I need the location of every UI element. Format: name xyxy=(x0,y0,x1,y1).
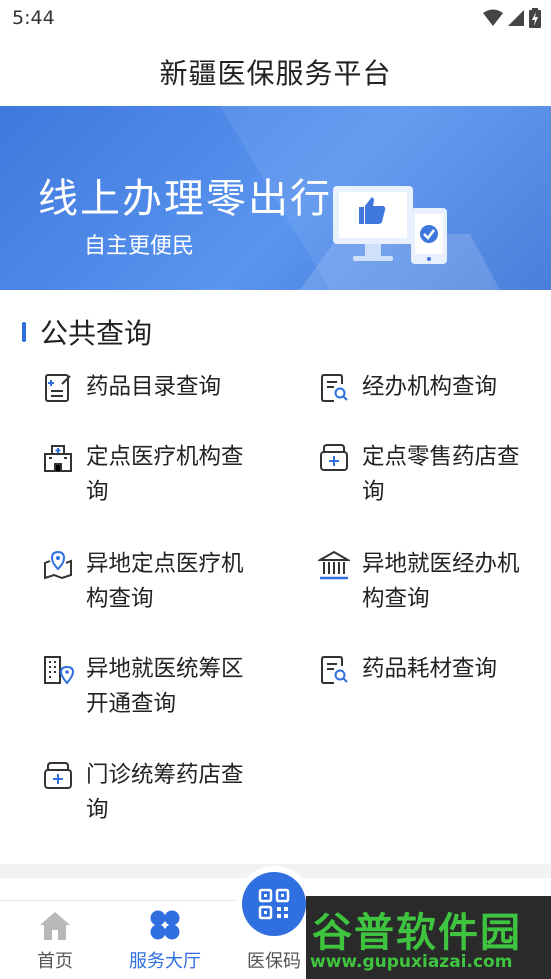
signal-icon xyxy=(508,10,524,26)
nav-label: 首页 xyxy=(37,951,73,972)
service-drug-consumables[interactable]: 药品耗材查询 xyxy=(318,652,538,687)
site-watermark: 谷普软件园 www.gupuxiazai.com xyxy=(306,896,551,979)
service-label: 定点医疗机构查询 xyxy=(86,444,244,505)
service-label: 药品目录查询 xyxy=(86,374,222,400)
banner-heading: 线上办理零出行 xyxy=(38,176,332,222)
building-location-icon xyxy=(44,656,74,685)
banner-subtitle: 自主更便民 xyxy=(84,234,195,259)
insurance-code-button[interactable] xyxy=(236,866,312,942)
service-remote-agency[interactable]: 异地就医经办机构查询 xyxy=(318,547,538,617)
service-outpatient-pharmacy[interactable]: 门诊统筹药店查询 xyxy=(42,758,262,828)
section-title: 公共查询 xyxy=(40,317,153,350)
institution-building-icon xyxy=(318,550,350,580)
nav-service-hall[interactable]: 服务大厅 xyxy=(120,901,210,979)
service-label: 药品耗材查询 xyxy=(362,656,498,682)
service-agency[interactable]: 经办机构查询 xyxy=(318,370,538,405)
document-search-icon xyxy=(321,656,348,684)
service-label: 异地就医统筹区开通查询 xyxy=(86,656,244,717)
map-location-icon xyxy=(44,550,72,580)
wifi-icon xyxy=(483,9,503,26)
insurance-code-button-circle xyxy=(242,872,306,936)
service-remote-medical-institution[interactable]: 异地定点医疗机构查询 xyxy=(42,547,262,617)
hospital-icon xyxy=(44,445,72,472)
document-search-icon xyxy=(321,374,348,402)
service-retail-pharmacy[interactable]: 定点零售药店查询 xyxy=(318,440,538,510)
section-header: 公共查询 xyxy=(22,312,152,352)
status-icons xyxy=(483,8,541,28)
promo-banner[interactable]: 线上办理零出行 自主更便民 xyxy=(0,106,551,290)
qr-code-icon xyxy=(258,888,290,920)
watermark-url: www.gupuxiazai.com xyxy=(310,952,513,972)
medicine-box-icon xyxy=(320,444,348,471)
medicine-box-icon xyxy=(44,762,72,789)
service-drug-catalog[interactable]: 药品目录查询 xyxy=(42,370,262,405)
service-label: 门诊统筹药店查询 xyxy=(86,762,244,823)
nav-label: 服务大厅 xyxy=(129,951,201,972)
watermark-title: 谷普软件园 xyxy=(312,910,522,956)
drug-catalog-icon xyxy=(45,374,71,402)
nav-home[interactable]: 首页 xyxy=(10,901,100,979)
service-label: 经办机构查询 xyxy=(362,374,498,400)
service-label: 定点零售药店查询 xyxy=(362,444,520,505)
service-label: 异地就医经办机构查询 xyxy=(362,551,520,612)
service-remote-area-activation[interactable]: 异地就医统筹区开通查询 xyxy=(42,652,262,722)
home-icon xyxy=(40,912,70,940)
service-hall-icon xyxy=(150,910,180,940)
page-title: 新疆医保服务平台 xyxy=(159,57,392,90)
status-bar: 5:44 xyxy=(0,0,551,36)
monitor-thumbs-up-icon xyxy=(333,186,447,264)
service-medical-institution[interactable]: 定点医疗机构查询 xyxy=(42,440,262,510)
battery-icon xyxy=(529,8,541,28)
section-accent-bar xyxy=(22,322,26,342)
status-time: 5:44 xyxy=(12,7,55,29)
service-label: 异地定点医疗机构查询 xyxy=(86,551,244,612)
